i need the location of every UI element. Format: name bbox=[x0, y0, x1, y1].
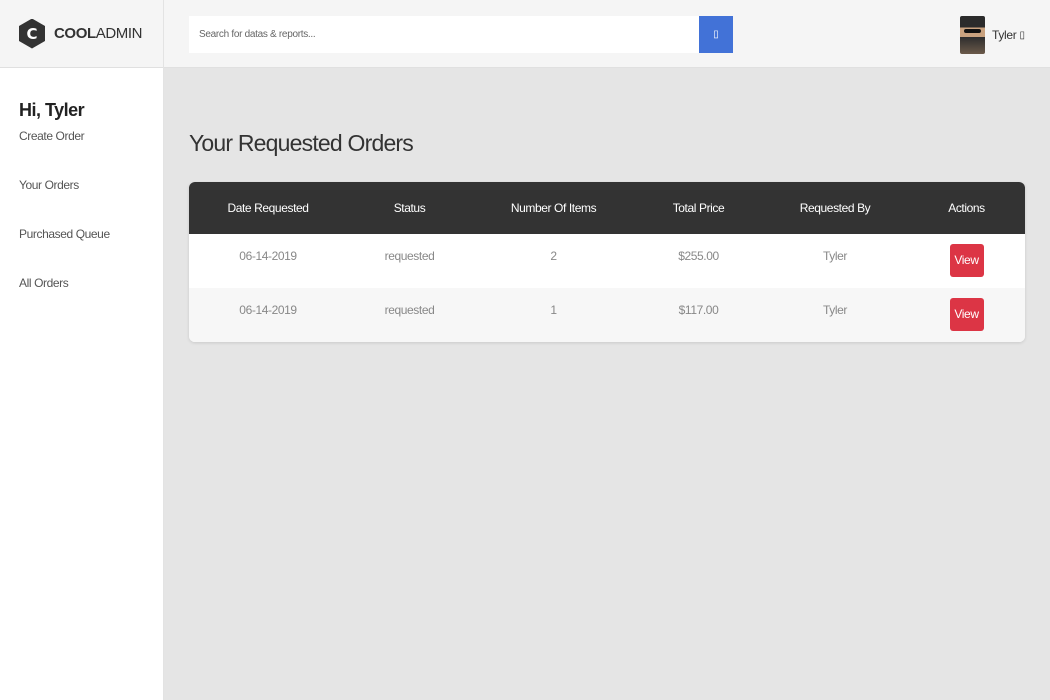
cell-actions: View bbox=[908, 234, 1025, 288]
sidebar: C COOLADMIN Hi, Tyler Create Order Your … bbox=[0, 0, 164, 700]
view-button[interactable]: View bbox=[949, 298, 984, 331]
logo[interactable]: C COOLADMIN bbox=[0, 0, 163, 68]
top-header: ▯ Tyler ▯ bbox=[164, 0, 1050, 68]
logo-text: COOLADMIN bbox=[54, 25, 142, 42]
user-menu[interactable]: Tyler ▯ bbox=[959, 16, 1025, 54]
table-row: 06-14-2019 requested 1 $117.00 Tyler Vie… bbox=[189, 288, 1025, 342]
search-icon: ▯ bbox=[713, 29, 719, 40]
sidebar-item-your-orders[interactable]: Your Orders bbox=[0, 178, 163, 227]
column-header-date: Date Requested bbox=[227, 201, 309, 215]
avatar[interactable] bbox=[959, 16, 985, 54]
search-input[interactable] bbox=[189, 16, 699, 53]
cell-date: 06-14-2019 bbox=[239, 303, 297, 317]
search-button[interactable]: ▯ bbox=[699, 16, 733, 53]
logo-text-light: ADMIN bbox=[95, 25, 143, 42]
logo-text-bold: COOL bbox=[54, 25, 96, 42]
cell-price: $117.00 bbox=[678, 303, 719, 317]
cell-status: requested bbox=[384, 249, 435, 263]
orders-table-card: Date Requested Status Number Of Items To… bbox=[189, 182, 1025, 342]
sidebar-item-all-orders[interactable]: All Orders bbox=[0, 276, 163, 325]
logo-icon: C bbox=[19, 18, 45, 49]
column-header-requested-by: Requested By bbox=[799, 201, 871, 215]
table-header-row: Date Requested Status Number Of Items To… bbox=[189, 182, 1025, 234]
table-row: 06-14-2019 requested 2 $255.00 Tyler Vie… bbox=[189, 234, 1025, 288]
sidebar-greeting: Hi, Tyler bbox=[19, 100, 85, 120]
column-header-status: Status bbox=[393, 201, 426, 215]
cell-price: $255.00 bbox=[678, 249, 719, 263]
column-header-items: Number Of Items bbox=[510, 201, 597, 215]
sidebar-item-purchased-queue[interactable]: Purchased Queue bbox=[0, 227, 163, 276]
search-form: ▯ bbox=[189, 16, 733, 53]
orders-table: Date Requested Status Number Of Items To… bbox=[189, 182, 1025, 342]
user-name[interactable]: Tyler bbox=[992, 28, 1017, 42]
cell-items: 1 bbox=[550, 303, 557, 317]
column-header-actions: Actions bbox=[948, 201, 985, 215]
cell-requested-by: Tyler bbox=[822, 249, 847, 263]
cell-requested-by: Tyler bbox=[822, 303, 847, 317]
sidebar-nav: Create Order Your Orders Purchased Queue… bbox=[0, 129, 163, 325]
cell-status: requested bbox=[384, 303, 435, 317]
cell-actions: View bbox=[908, 288, 1025, 342]
cell-date: 06-14-2019 bbox=[239, 249, 297, 263]
sidebar-item-create-order[interactable]: Create Order bbox=[0, 129, 163, 178]
column-header-price: Total Price bbox=[672, 201, 725, 215]
chevron-down-icon[interactable]: ▯ bbox=[1019, 30, 1025, 41]
page-title: Your Requested Orders bbox=[189, 130, 414, 156]
view-button[interactable]: View bbox=[949, 244, 984, 277]
cell-items: 2 bbox=[550, 249, 557, 263]
